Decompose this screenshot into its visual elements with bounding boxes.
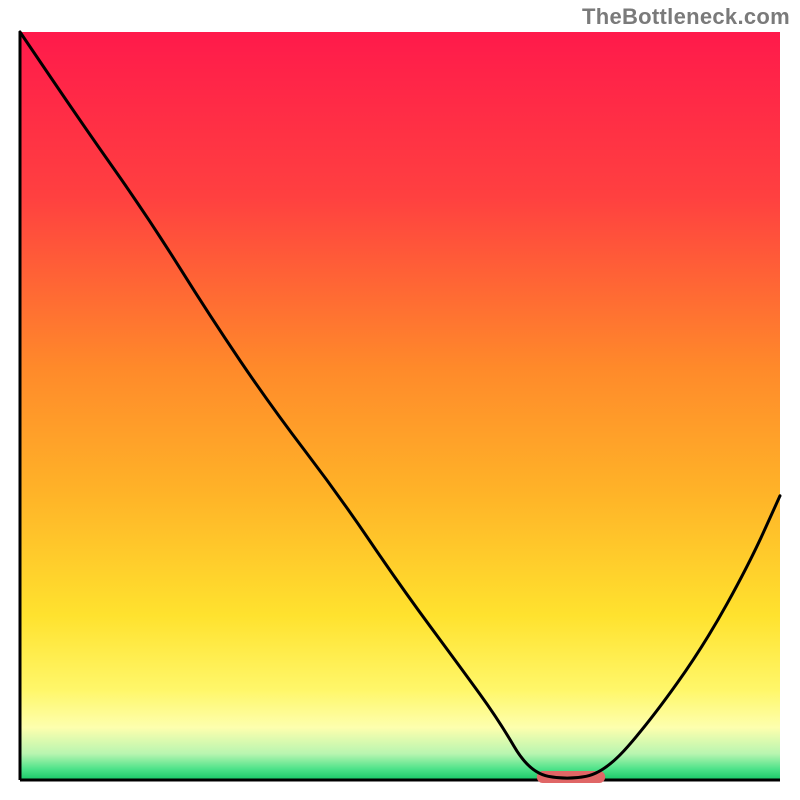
plot-background [20,32,780,780]
bottleneck-chart [0,0,800,800]
chart-stage: TheBottleneck.com [0,0,800,800]
